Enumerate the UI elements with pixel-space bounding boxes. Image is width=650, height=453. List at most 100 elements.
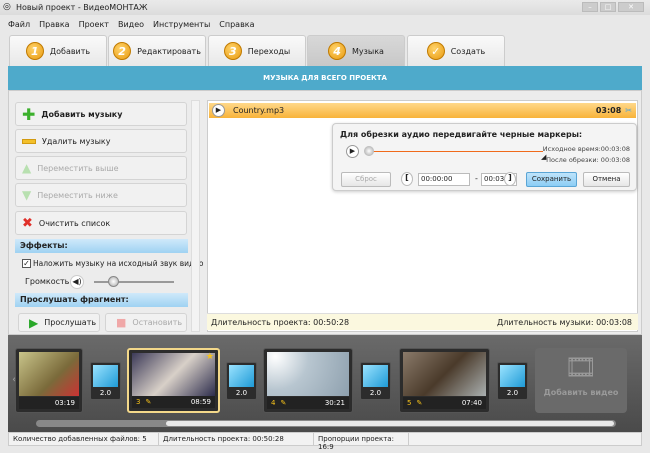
clip-number: 3 (136, 398, 141, 406)
play-icon: ▶ (29, 315, 39, 330)
transition-duration: 2.0 (235, 389, 248, 397)
reset-button[interactable]: Сброс (341, 172, 391, 187)
aspect-ratio: Пропорции проекта: 16:9 (314, 433, 409, 451)
label: Наложить музыку на исходный звук видео (33, 259, 204, 268)
track-duration: 03:08 (595, 106, 622, 115)
edit-pencil-icon[interactable]: ✎ (280, 399, 286, 407)
save-button[interactable]: Сохранить (526, 172, 577, 187)
transition[interactable]: 2.0 (226, 362, 257, 400)
video-clip-selected[interactable]: ★ 3 ✎ 08:59 (127, 348, 220, 413)
arrow-up-icon: ▲ (22, 161, 32, 175)
clip-thumbnail (267, 352, 349, 396)
timeline-scrollbar[interactable] (36, 420, 616, 427)
volume-slider[interactable] (94, 281, 174, 283)
menu-help[interactable]: Справка (219, 20, 254, 29)
clip-duration: 30:21 (324, 399, 345, 407)
volume-slider-thumb[interactable] (108, 276, 119, 287)
trim-title: Для обрезки аудио передвигайте черные ма… (340, 130, 583, 139)
overlay-checkbox-row[interactable]: ✓ Наложить музыку на исходный звук видео (22, 259, 203, 268)
stop-button[interactable]: ■ Остановить (105, 313, 187, 332)
transition[interactable]: 2.0 (90, 362, 121, 400)
transition-thumbnail (93, 365, 118, 387)
tab-label: Редактировать (137, 46, 201, 56)
trim-play-button[interactable]: ▶ (346, 145, 359, 158)
step-2-icon: 2 (113, 42, 132, 60)
edit-pencil-icon[interactable]: ✎ (416, 399, 422, 407)
scissors-icon[interactable]: ✂ (625, 106, 632, 115)
edit-pencil-icon[interactable]: ✎ (145, 398, 151, 406)
maximize-button[interactable]: □ (600, 2, 616, 12)
left-scrollbar[interactable] (191, 100, 200, 332)
add-music-button[interactable]: ✚ Добавить музыку (15, 102, 187, 126)
speaker-icon[interactable]: ◀) (70, 275, 84, 289)
tab-label: Создать (450, 46, 486, 56)
clip-duration: 07:40 (461, 399, 482, 407)
clip-duration: 03:19 (54, 399, 75, 407)
remove-music-button[interactable]: Удалить музыку (15, 129, 187, 153)
transition[interactable]: 2.0 (497, 362, 528, 400)
clip-thumbnail (19, 352, 79, 396)
clip-thumbnail (132, 353, 215, 397)
video-clip[interactable]: 03:19 (15, 348, 83, 413)
minimize-button[interactable]: – (582, 2, 598, 12)
checkmark-icon: ✓ (426, 42, 445, 60)
section-title: МУЗЫКА ДЛЯ ВСЕГО ПРОЕКТА (8, 66, 642, 90)
transition[interactable]: 2.0 (360, 362, 391, 400)
set-start-button[interactable]: [ (401, 172, 413, 186)
menu-edit[interactable]: Правка (39, 20, 69, 29)
tab-edit[interactable]: 2 Редактировать (108, 35, 206, 66)
track-name: Country.mp3 (233, 106, 285, 115)
track-row[interactable]: ▶ Country.mp3 03:08 ✂ (209, 103, 636, 118)
move-up-button[interactable]: ▲ Переместить выше (15, 156, 187, 180)
menu-file[interactable]: Файл (8, 20, 30, 29)
label: Переместить ниже (37, 190, 118, 200)
film-icon: 🎞 (564, 353, 598, 383)
tab-music[interactable]: 4 Музыка (307, 35, 405, 66)
start-marker[interactable] (364, 146, 374, 156)
separator: - (475, 174, 478, 183)
app-icon: ◎ (3, 2, 11, 12)
project-duration-status: Длительность проекта: 00:50:28 (159, 433, 314, 445)
step-3-icon: 3 (223, 42, 242, 60)
arrow-down-icon: ▼ (22, 188, 32, 202)
label: Добавить музыку (41, 109, 123, 119)
menu-tools[interactable]: Инструменты (153, 20, 210, 29)
title-bar: ◎ Новый проект - ВидеоМОНТАЖ – □ ✕ (0, 0, 650, 15)
trim-range-bar[interactable] (369, 151, 543, 152)
tab-label: Музыка (352, 46, 384, 56)
video-clip[interactable]: 5 ✎ 07:40 (399, 348, 490, 413)
menu-video[interactable]: Видео (118, 20, 144, 29)
step-1-icon: 1 (25, 42, 44, 60)
transition-thumbnail (363, 365, 388, 387)
move-down-button[interactable]: ▼ Переместить ниже (15, 183, 187, 207)
label: Остановить (132, 318, 183, 327)
trimmed-time: После обрезки: 00:03:08 (546, 156, 630, 164)
play-track-icon[interactable]: ▶ (212, 104, 225, 117)
tab-create[interactable]: ✓ Создать (407, 35, 505, 66)
start-time-input[interactable]: 00:00:00 (418, 173, 470, 186)
clear-list-button[interactable]: ✖ Очистить список (15, 211, 187, 235)
tab-label: Переходы (247, 46, 291, 56)
close-button[interactable]: ✕ (618, 2, 644, 12)
play-fragment-button[interactable]: ▶ Прослушать (18, 313, 100, 332)
add-video-button[interactable]: 🎞 Добавить видео (535, 348, 627, 413)
overlay-checkbox[interactable]: ✓ (22, 259, 31, 268)
timeline-scroll-thumb[interactable] (166, 421, 614, 426)
label: Удалить музыку (42, 136, 111, 146)
tab-add[interactable]: 1 Добавить (9, 35, 107, 66)
transition-duration: 2.0 (99, 389, 112, 397)
plus-icon: ✚ (22, 104, 36, 124)
x-icon: ✖ (22, 215, 33, 231)
set-end-button[interactable]: ] (504, 172, 516, 186)
transition-duration: 2.0 (506, 389, 519, 397)
tab-transitions[interactable]: 3 Переходы (208, 35, 306, 66)
clip-thumbnail (403, 352, 486, 396)
cancel-button[interactable]: Отмена (583, 172, 630, 187)
menu-project[interactable]: Проект (79, 20, 109, 29)
label: Очистить список (38, 218, 111, 228)
clip-number: 4 (271, 399, 276, 407)
tab-label: Добавить (49, 46, 91, 56)
window-title: Новый проект - ВидеоМОНТАЖ (16, 3, 148, 12)
step-4-icon: 4 (328, 42, 347, 60)
video-clip[interactable]: 4 ✎ 30:21 (263, 348, 353, 413)
